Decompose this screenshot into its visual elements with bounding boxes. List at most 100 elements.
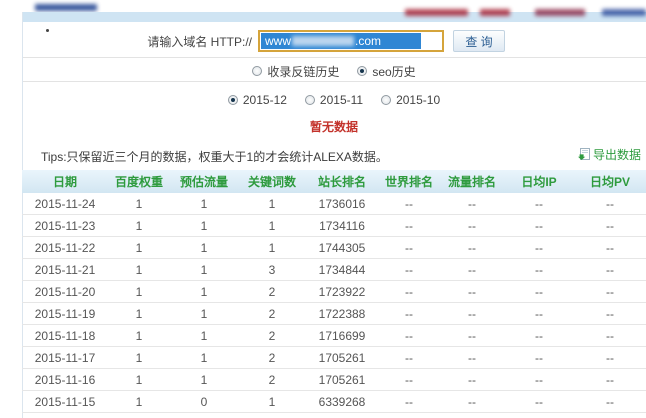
table-cell: -- <box>440 193 504 215</box>
export-link[interactable]: 导出数据 <box>578 146 646 163</box>
table-cell: 1722388 <box>306 302 378 325</box>
query-button[interactable]: 查 询 <box>453 30 505 52</box>
table-cell: 1 <box>170 258 238 281</box>
table-cell: -- <box>504 390 574 413</box>
divider <box>23 81 646 82</box>
table-cell: 1 <box>108 193 170 215</box>
radio-option-label: 2015-10 <box>396 93 441 107</box>
table-cell: -- <box>574 324 646 347</box>
table-cell: 1 <box>170 302 238 325</box>
table-cell: -- <box>574 302 646 325</box>
bullet-dot <box>46 29 49 32</box>
table-cell: 1705261 <box>306 368 378 391</box>
radio-option-label: seo历史 <box>372 64 416 79</box>
table-cell: 6339268 <box>306 390 378 413</box>
redacted-nav-link <box>480 9 510 16</box>
table-cell: -- <box>440 324 504 347</box>
radio-option-2015-10[interactable]: 2015-10 <box>381 93 440 107</box>
divider <box>23 57 646 58</box>
table-cell: 2015-11-24 <box>22 193 108 215</box>
seo-history-page: 请输入域名 HTTP:// www .com 查 询 收录反链历史 seo历史 20… <box>0 0 646 418</box>
table-cell: -- <box>504 302 574 325</box>
radio-option-2015-12[interactable]: 2015-12 <box>227 93 287 107</box>
table-cell: -- <box>574 214 646 237</box>
radio-selected-icon[interactable] <box>227 95 238 105</box>
table-row: 2015-11-16 1 1 2 1705261 -- -- -- -- <box>22 368 646 391</box>
table-cell: -- <box>574 390 646 413</box>
radio-option-收录反链历史[interactable]: 收录反链历史 <box>252 63 339 80</box>
table-cell: 1 <box>108 236 170 259</box>
table-cell: 3 <box>238 258 306 281</box>
table-cell: 1 <box>170 236 238 259</box>
table-cell: -- <box>504 258 574 281</box>
table-cell: 1 <box>108 302 170 325</box>
column-header: 站长排名 <box>306 170 378 193</box>
radio-option-seo历史[interactable]: seo历史 <box>357 63 416 80</box>
radio-unselected-icon[interactable] <box>304 95 315 105</box>
radio-unselected-icon[interactable] <box>381 95 392 105</box>
table-row: 2015-11-19 1 1 2 1722388 -- -- -- -- <box>22 302 646 325</box>
table-cell: 2015-11-15 <box>22 390 108 413</box>
table-cell: -- <box>574 236 646 259</box>
table-cell: 1 <box>170 214 238 237</box>
table-row: 2015-11-22 1 1 1 1744305 -- -- -- -- <box>22 236 646 259</box>
empty-data-message: 暂无数据 <box>309 120 358 134</box>
radio-option-label: 收录反链历史 <box>267 64 340 79</box>
table-cell: -- <box>378 214 440 237</box>
radio-unselected-icon[interactable] <box>252 66 263 76</box>
column-header: 百度权重 <box>108 170 170 193</box>
table-cell: -- <box>378 236 440 259</box>
table-cell: 1 <box>108 214 170 237</box>
radio-option-label: 2015-12 <box>242 93 287 107</box>
table-cell: 1 <box>108 368 170 391</box>
table-cell: -- <box>378 280 440 303</box>
table-cell: 1723922 <box>306 280 378 303</box>
table-cell: 1 <box>238 214 306 237</box>
domain-prefix: www <box>265 34 291 48</box>
table-cell: -- <box>440 346 504 369</box>
table-cell: -- <box>378 258 440 281</box>
table-cell: -- <box>504 214 574 237</box>
table-cell: -- <box>574 368 646 391</box>
table-cell: -- <box>504 368 574 391</box>
column-header: 关键词数 <box>238 170 306 193</box>
table-cell: -- <box>574 258 646 281</box>
column-header: 日期 <box>22 170 108 193</box>
table-cell: -- <box>574 193 646 215</box>
domain-input[interactable]: www .com <box>258 30 444 52</box>
column-header: 预估流量 <box>170 170 238 193</box>
table-cell: 2015-11-23 <box>22 214 108 237</box>
redacted-nav-link <box>535 9 585 16</box>
selected-input-text: www .com <box>261 33 421 49</box>
table-cell: 1 <box>108 280 170 303</box>
redacted-nav-text <box>35 4 97 11</box>
table-cell: 1734844 <box>306 258 378 281</box>
table-cell: 0 <box>170 390 238 413</box>
radio-selected-icon[interactable] <box>357 66 368 76</box>
table-cell: 1 <box>170 368 238 391</box>
export-icon <box>578 147 590 160</box>
table-cell: -- <box>378 346 440 369</box>
column-header: 日均PV <box>574 170 646 193</box>
table-cell: -- <box>440 214 504 237</box>
domain-input-label: 请输入域名 HTTP:// <box>147 35 252 49</box>
table-cell: 1 <box>108 346 170 369</box>
table-cell: 1 <box>170 193 238 215</box>
table-cell: 2015-11-18 <box>22 324 108 347</box>
table-cell: 2015-11-21 <box>22 258 108 281</box>
table-cell: -- <box>440 390 504 413</box>
table-cell: 2 <box>238 280 306 303</box>
table-row: 2015-11-18 1 1 2 1716699 -- -- -- -- <box>22 324 646 347</box>
table-cell: -- <box>378 193 440 215</box>
table-cell: -- <box>574 346 646 369</box>
table-cell: -- <box>378 390 440 413</box>
radio-option-2015-11[interactable]: 2015-11 <box>304 93 363 107</box>
table-cell: 2015-11-22 <box>22 236 108 259</box>
table-cell: 1705261 <box>306 346 378 369</box>
table-cell: -- <box>440 236 504 259</box>
table-cell: 2 <box>238 346 306 369</box>
table-cell: 1736016 <box>306 193 378 215</box>
table-cell: 2015-11-17 <box>22 346 108 369</box>
table-cell: 2015-11-20 <box>22 280 108 303</box>
table-cell: 2015-11-16 <box>22 368 108 391</box>
